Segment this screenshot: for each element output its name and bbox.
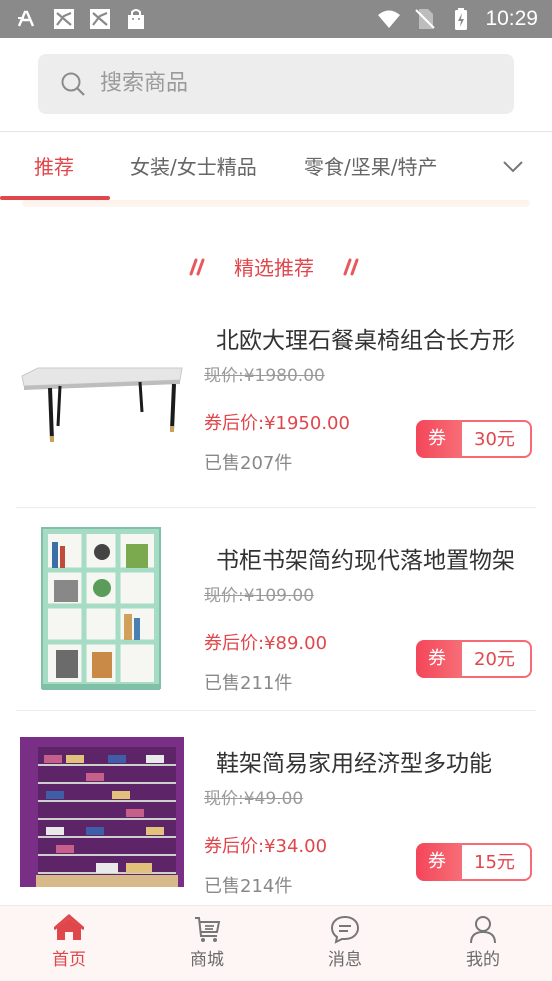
shoe-rack-image [20, 737, 184, 887]
after-coupon-price: 券后价:¥89.00 [204, 633, 328, 654]
coupon-value: 30元 [474, 429, 515, 450]
coupon-badge[interactable]: 券 15元 [416, 843, 532, 881]
image-icon [90, 9, 110, 29]
divider [16, 507, 536, 508]
bookshelf-image [41, 527, 161, 690]
divider [16, 710, 536, 711]
nav-messages[interactable]: 消息 [276, 906, 414, 981]
original-price: 现价:¥1980.00 [204, 366, 325, 386]
user-icon [470, 916, 496, 944]
tab-women-clothing[interactable]: 女装/女士精品 [130, 153, 257, 181]
coupon-tag: 券 [428, 428, 446, 449]
coupon-value: 15元 [474, 852, 515, 873]
message-icon [330, 915, 360, 944]
coupon-badge[interactable]: 券 20元 [416, 640, 532, 678]
after-coupon-price: 券后价:¥34.00 [204, 836, 328, 857]
after-coupon-price: 券后价:¥1950.00 [204, 413, 350, 434]
search-header: 搜索商品 [0, 38, 552, 132]
home-icon [54, 914, 84, 940]
slash-decoration-icon [343, 258, 359, 276]
product-card[interactable]: 鞋架简易家用经济型多功能 现价:¥49.00 券后价:¥34.00 已售214件… [0, 725, 552, 928]
product-card[interactable]: 北欧大理石餐桌椅组合长方形 现价:¥1980.00 券后价:¥1950.00 已… [0, 302, 552, 505]
tab-snacks[interactable]: 零食/坚果/特产 [304, 153, 437, 181]
image-icon [54, 9, 74, 29]
coupon-tag: 券 [428, 851, 446, 872]
font-icon [17, 10, 35, 27]
coupon-value: 20元 [474, 649, 515, 670]
chevron-down-icon[interactable] [498, 153, 528, 181]
nav-profile[interactable]: 我的 [414, 906, 552, 981]
nav-label: 商城 [190, 950, 224, 970]
slash-decoration-icon [189, 258, 205, 276]
product-card[interactable]: 书柜书架简约现代落地置物架 现价:¥109.00 券后价:¥89.00 已售21… [0, 522, 552, 725]
search-icon [61, 72, 85, 96]
tabs-shadow [22, 200, 530, 207]
status-bar: 10:29 [0, 0, 552, 38]
search-input[interactable]: 搜索商品 [38, 54, 514, 114]
sold-count: 已售207件 [204, 453, 293, 474]
original-price: 现价:¥49.00 [204, 789, 304, 809]
sold-count: 已售214件 [204, 876, 293, 897]
search-placeholder: 搜索商品 [100, 71, 189, 96]
coupon-badge[interactable]: 券 30元 [416, 420, 532, 458]
battery-charging-icon [455, 8, 468, 30]
bottom-nav: 首页 商城 消息 我的 [0, 905, 552, 981]
nav-label: 首页 [52, 950, 86, 970]
nav-home[interactable]: 首页 [0, 906, 138, 981]
category-tabs: 推荐 女装/女士精品 零食/坚果/特产 [0, 133, 552, 201]
nav-label: 我的 [466, 950, 500, 970]
wifi-icon [378, 10, 401, 28]
shopping-bag-icon [128, 9, 144, 29]
section-title: 精选推荐 [234, 256, 314, 280]
original-price: 现价:¥109.00 [204, 586, 315, 606]
section-heading: 精选推荐 [0, 250, 552, 286]
nav-mall[interactable]: 商城 [138, 906, 276, 981]
coupon-tag: 券 [428, 648, 446, 669]
product-name: 书柜书架简约现代落地置物架 [216, 548, 515, 574]
nav-label: 消息 [328, 950, 362, 970]
status-time: 10:29 [485, 7, 538, 30]
marble-table-image [21, 367, 183, 442]
sold-count: 已售211件 [204, 673, 293, 694]
tab-recommend[interactable]: 推荐 [34, 153, 74, 181]
product-name: 鞋架简易家用经济型多功能 [216, 751, 492, 777]
cart-icon [195, 917, 221, 942]
product-name: 北欧大理石餐桌椅组合长方形 [216, 328, 515, 354]
no-sim-icon [415, 9, 436, 29]
